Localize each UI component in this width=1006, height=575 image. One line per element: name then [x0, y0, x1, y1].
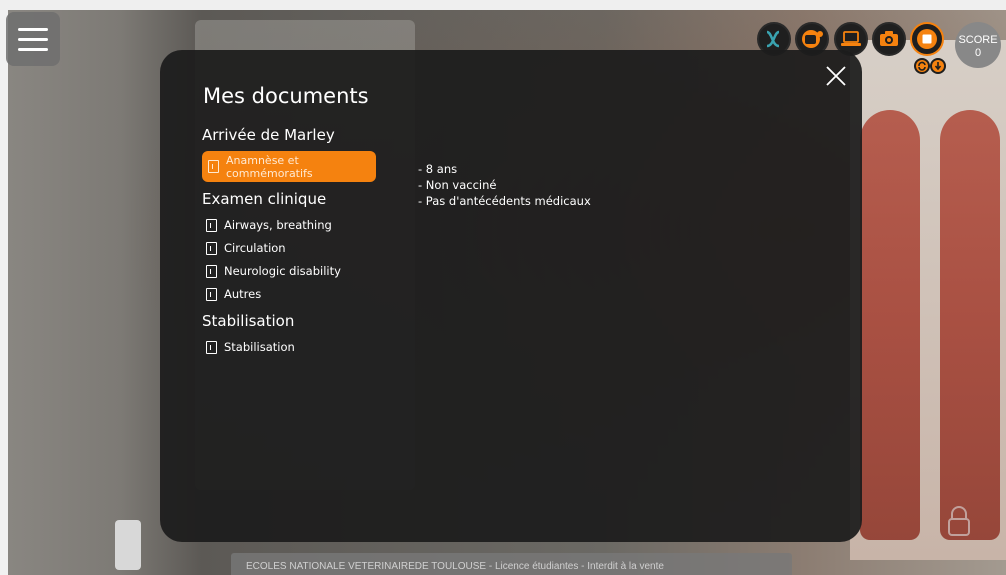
document-item-label: Stabilisation	[224, 340, 295, 354]
content-line: - Non vacciné	[418, 178, 497, 192]
stop-icon	[917, 29, 937, 49]
hamburger-icon	[18, 37, 48, 41]
license-footer: ECOLES NATIONALE VETERINAIREDE TOULOUSE …	[231, 553, 792, 575]
score-label: SCORE	[958, 34, 998, 46]
content-line: - 8 ans	[418, 162, 458, 176]
background-anatomy-poster	[850, 40, 1006, 560]
document-content: - 8 ans - Non vacciné - Pas d'antécédent…	[418, 161, 591, 209]
close-icon[interactable]	[823, 63, 849, 89]
menu-button[interactable]	[6, 12, 60, 66]
hamburger-icon	[18, 47, 48, 51]
document-icon	[206, 340, 217, 354]
refresh-button[interactable]	[914, 58, 930, 74]
background-door-frame	[0, 10, 8, 575]
document-item-anamnese[interactable]: Anamnèse et commémoratifs	[202, 151, 376, 182]
formula-icon	[766, 30, 780, 48]
document-item-label: Neurologic disability	[224, 264, 341, 278]
document-item-airways[interactable]: Airways, breathing	[202, 218, 376, 232]
document-item-label: Anamnèse et commémoratifs	[226, 153, 313, 180]
laptop-icon	[841, 31, 861, 46]
document-item-label: Autres	[224, 287, 262, 301]
anatomy-figure	[860, 110, 920, 540]
content-line: - Pas d'antécédents médicaux	[418, 194, 591, 208]
hamburger-icon	[18, 27, 48, 31]
download-button[interactable]	[930, 58, 946, 74]
video-camera-icon	[802, 30, 823, 48]
background-top-band	[0, 0, 1006, 10]
document-item-neurologic[interactable]: Neurologic disability	[202, 264, 376, 278]
document-icon	[206, 264, 217, 278]
document-item-stabilisation[interactable]: Stabilisation	[202, 340, 376, 354]
score-value: 0	[974, 47, 982, 59]
photo-tool-button[interactable]	[872, 22, 906, 56]
lock-icon[interactable]	[946, 505, 972, 537]
section-title-stabilisation: Stabilisation	[202, 312, 295, 330]
document-item-label: Circulation	[224, 241, 286, 255]
document-item-autres[interactable]: Autres	[202, 287, 376, 301]
document-icon	[206, 218, 217, 232]
document-icon	[206, 241, 217, 255]
modal-title: Mes documents	[203, 84, 369, 108]
document-item-label: Airways, breathing	[224, 218, 332, 232]
section-title-examen: Examen clinique	[202, 190, 327, 208]
document-icon	[208, 160, 219, 173]
background-outlet	[115, 520, 141, 570]
refresh-icon	[916, 60, 928, 72]
download-icon	[932, 60, 944, 72]
photo-camera-icon	[880, 31, 898, 46]
stop-tool-button[interactable]	[910, 22, 944, 56]
document-icon	[206, 287, 217, 301]
score-badge: SCORE 0	[955, 22, 1001, 68]
section-title-arrivee: Arrivée de Marley	[202, 126, 335, 144]
document-item-circulation[interactable]: Circulation	[202, 241, 376, 255]
anatomy-figure	[940, 110, 1000, 540]
